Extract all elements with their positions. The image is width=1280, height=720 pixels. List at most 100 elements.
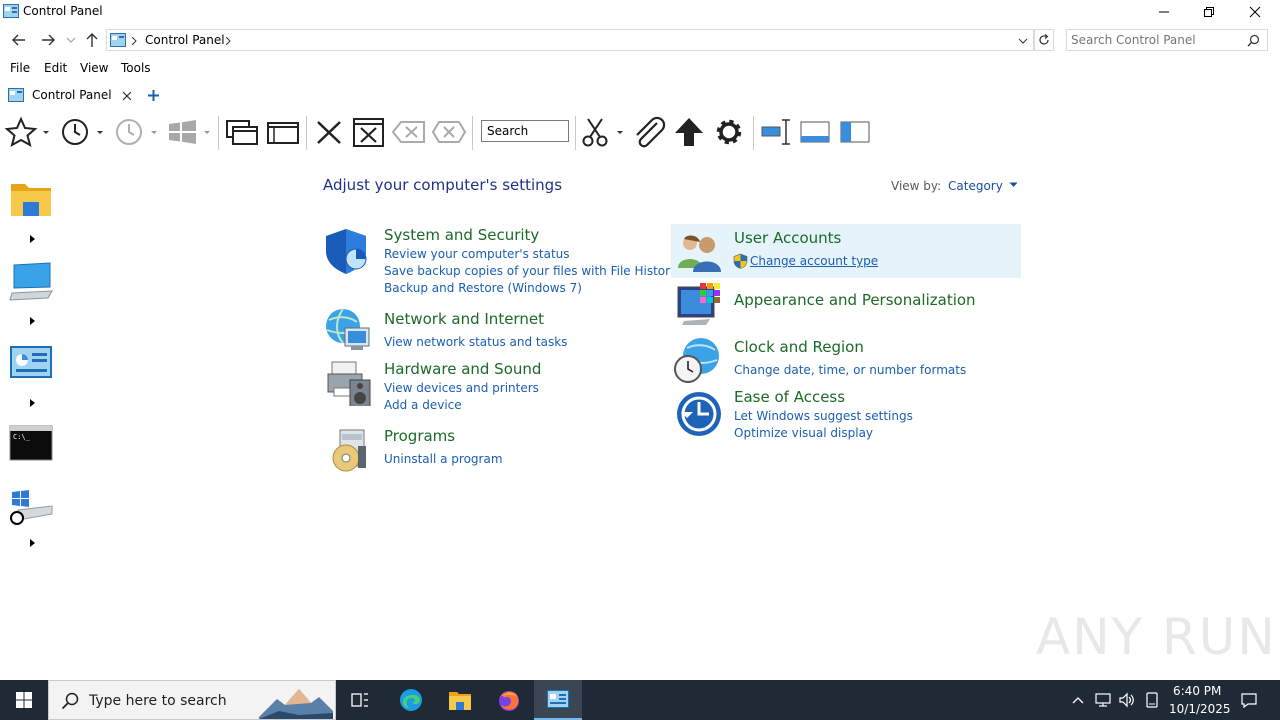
menu-bar: File Edit View Tools xyxy=(0,58,1280,78)
settings-button[interactable] xyxy=(711,116,747,148)
category-system-and-security[interactable]: System and Security xyxy=(384,226,539,244)
taskbar-search-box[interactable]: Type here to search xyxy=(48,680,336,720)
nav-command-prompt[interactable]: C:\_ xyxy=(8,422,54,468)
forward-arrow-icon[interactable] xyxy=(40,33,56,47)
close-icon xyxy=(1249,6,1261,18)
menu-edit[interactable]: Edit xyxy=(44,61,67,75)
terminal-icon: C:\_ xyxy=(9,425,53,461)
nav-control-panel[interactable] xyxy=(8,342,54,388)
link-change-date-time[interactable]: Change date, time, or number formats xyxy=(734,363,966,377)
task-view-button[interactable] xyxy=(340,680,380,720)
printer-speaker-icon[interactable] xyxy=(324,358,372,406)
refresh-icon xyxy=(1039,34,1049,45)
edge-taskbar-button[interactable] xyxy=(390,680,432,720)
link-change-account-type[interactable]: Change account type xyxy=(750,254,878,268)
close-tab-icon[interactable] xyxy=(122,91,132,101)
link-backup-restore[interactable]: Backup and Restore (Windows 7) xyxy=(384,281,582,295)
recent-locations-chevron-icon[interactable] xyxy=(66,37,76,43)
cut-button[interactable] xyxy=(580,116,626,148)
nav-windows-tools[interactable] xyxy=(8,488,54,534)
new-window-button[interactable] xyxy=(225,116,261,148)
new-tab-plus-icon[interactable] xyxy=(147,89,160,102)
category-appearance-and-personalization[interactable]: Appearance and Personalization xyxy=(734,291,976,309)
search-control-panel-box[interactable] xyxy=(1066,29,1268,51)
category-ease-of-access[interactable]: Ease of Access xyxy=(734,388,845,406)
nav-expand-arrow[interactable] xyxy=(30,317,35,325)
firefox-taskbar-button[interactable] xyxy=(488,680,530,720)
history-button[interactable] xyxy=(58,116,106,148)
network-icon[interactable] xyxy=(1094,692,1112,708)
breadcrumb-chevron-icon[interactable] xyxy=(225,37,231,45)
favorites-button[interactable] xyxy=(4,116,52,148)
history-disabled-button[interactable] xyxy=(112,116,160,148)
breadcrumb-chevron-icon[interactable] xyxy=(131,37,137,45)
fit-height-button[interactable] xyxy=(758,116,792,148)
breadcrumb-control-panel[interactable]: Control Panel xyxy=(145,33,225,47)
link-network-status[interactable]: View network status and tasks xyxy=(384,335,567,349)
toolbar-search-field[interactable]: Search xyxy=(481,120,569,142)
edge-browser-icon xyxy=(400,689,422,711)
address-dropdown-chevron-icon[interactable] xyxy=(1018,38,1028,44)
appearance-monitor-icon[interactable] xyxy=(676,281,724,329)
minimize-button[interactable] xyxy=(1141,0,1187,24)
search-icon[interactable] xyxy=(1247,34,1260,47)
shield-icon[interactable] xyxy=(324,227,372,275)
link-file-history[interactable]: Save backup copies of your files with Fi… xyxy=(384,264,677,278)
clear-button[interactable] xyxy=(431,116,467,148)
nav-this-pc[interactable] xyxy=(8,260,54,306)
device-status-icon[interactable] xyxy=(1144,692,1160,708)
file-explorer-taskbar-button[interactable] xyxy=(439,680,481,720)
windows-tools-icon xyxy=(10,490,53,525)
nav-expand-arrow[interactable] xyxy=(30,399,35,407)
menu-view[interactable]: View xyxy=(80,61,108,75)
nav-expand-arrow[interactable] xyxy=(30,235,35,243)
volume-icon[interactable] xyxy=(1118,692,1136,708)
link-optimize-visual-display[interactable]: Optimize visual display xyxy=(734,426,873,440)
start-button[interactable] xyxy=(0,680,48,720)
programs-disc-icon[interactable] xyxy=(328,426,376,474)
attach-button[interactable] xyxy=(630,116,668,148)
link-uninstall-program[interactable]: Uninstall a program xyxy=(384,452,503,466)
link-suggest-settings[interactable]: Let Windows suggest settings xyxy=(734,409,913,423)
windows-button[interactable] xyxy=(166,116,214,148)
tab-control-panel[interactable]: Control Panel xyxy=(4,84,140,108)
address-bar[interactable]: Control Panel xyxy=(106,29,1034,51)
show-hidden-icons-chevron-icon[interactable] xyxy=(1072,696,1084,704)
clock-time[interactable]: 6:40 PM xyxy=(1173,684,1221,698)
nav-folder[interactable] xyxy=(8,178,54,224)
user-accounts-icon[interactable] xyxy=(676,230,724,278)
clock-date[interactable]: 10/1/2025 xyxy=(1169,702,1231,716)
category-programs[interactable]: Programs xyxy=(384,427,455,445)
menu-file[interactable]: File xyxy=(10,61,30,75)
link-add-device[interactable]: Add a device xyxy=(384,398,462,412)
refresh-button[interactable] xyxy=(1034,29,1054,51)
notification-center-icon[interactable] xyxy=(1240,692,1258,708)
delete-button[interactable] xyxy=(312,116,346,148)
menu-tools[interactable]: Tools xyxy=(121,61,151,75)
link-review-status[interactable]: Review your computer's status xyxy=(384,247,570,261)
clock-globe-icon[interactable] xyxy=(673,336,721,384)
view-by-dropdown[interactable]: Category xyxy=(948,179,1018,193)
category-network-and-internet[interactable]: Network and Internet xyxy=(384,310,544,328)
search-control-panel-input[interactable] xyxy=(1071,32,1241,48)
category-clock-and-region[interactable]: Clock and Region xyxy=(734,338,864,356)
nav-expand-arrow[interactable] xyxy=(30,539,35,547)
backspace-button[interactable] xyxy=(391,116,427,148)
restore-button[interactable] xyxy=(1186,0,1232,24)
category-user-accounts[interactable]: User Accounts xyxy=(734,229,841,247)
control-panel-taskbar-button[interactable] xyxy=(534,680,582,720)
upload-button[interactable] xyxy=(671,116,707,148)
windows-start-icon xyxy=(16,692,32,708)
up-arrow-icon[interactable] xyxy=(85,32,99,48)
category-hardware-and-sound[interactable]: Hardware and Sound xyxy=(384,360,541,378)
layout-button[interactable] xyxy=(265,116,301,148)
link-devices-printers[interactable]: View devices and printers xyxy=(384,381,539,395)
anyrun-watermark: ANY RUN xyxy=(1036,608,1277,666)
side-pane-button[interactable] xyxy=(838,116,872,148)
close-window-button[interactable] xyxy=(351,116,387,148)
bottom-pane-button[interactable] xyxy=(798,116,832,148)
close-button[interactable] xyxy=(1232,0,1278,24)
ease-of-access-icon[interactable] xyxy=(675,390,723,438)
network-globe-icon[interactable] xyxy=(323,306,371,354)
back-arrow-icon[interactable] xyxy=(11,33,27,47)
